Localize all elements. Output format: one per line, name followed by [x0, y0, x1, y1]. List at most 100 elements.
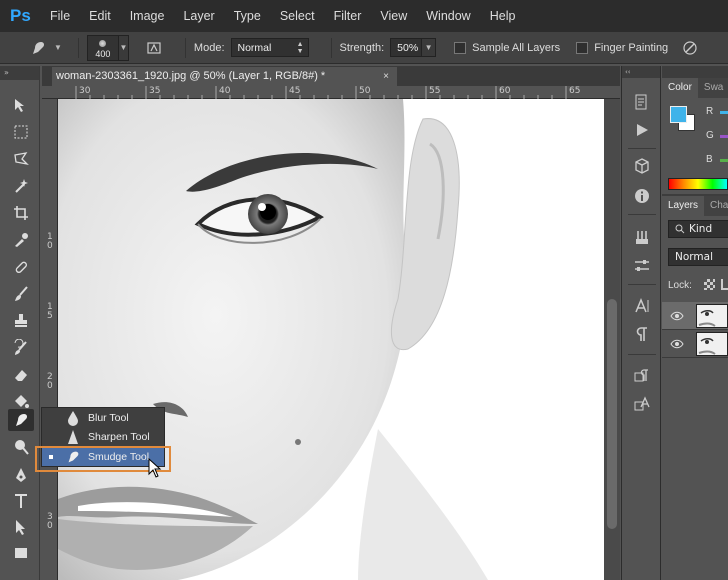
- paragraph-styles-button[interactable]: [630, 364, 654, 388]
- menu-view[interactable]: View: [380, 9, 407, 23]
- strength-input[interactable]: 50%: [390, 38, 423, 57]
- history-panel-button[interactable]: [630, 90, 654, 114]
- lasso-tool[interactable]: [8, 148, 34, 170]
- photoshop-logo[interactable]: Ps: [10, 5, 36, 27]
- eye-icon[interactable]: [670, 311, 684, 321]
- brush-panel-icon: [147, 41, 161, 54]
- info-panel-button[interactable]: [630, 184, 654, 208]
- pen-tool[interactable]: [8, 464, 34, 486]
- ruler-label: 15: [47, 302, 53, 321]
- brush-tool[interactable]: [8, 283, 34, 305]
- pressure-icon[interactable]: [682, 40, 698, 56]
- dock-collapse[interactable]: ‹‹: [622, 66, 660, 78]
- menu-layer[interactable]: Layer: [183, 9, 214, 23]
- divider: [330, 37, 332, 58]
- lock-label: Lock:: [668, 280, 692, 291]
- layers-panel-tabs: Layers Cha: [662, 196, 728, 216]
- ruler-label: 30: [79, 86, 91, 96]
- character-styles-button[interactable]: [630, 392, 654, 416]
- sample-all-layers-checkbox[interactable]: [454, 41, 467, 54]
- document-tab[interactable]: woman-2303361_1920.jpg @ 50% (Layer 1, R…: [52, 67, 397, 86]
- actions-panel-button[interactable]: [630, 118, 654, 142]
- menu-file[interactable]: File: [50, 9, 70, 23]
- character-panel-button[interactable]: [630, 294, 654, 318]
- tab-channels[interactable]: Cha: [704, 196, 728, 216]
- brush-panel-button[interactable]: [630, 226, 654, 250]
- flyout-sharpen-tool[interactable]: Sharpen Tool: [42, 427, 164, 446]
- brush-preset-picker[interactable]: 400: [86, 34, 119, 61]
- flyout-item-label: Sharpen Tool: [88, 430, 150, 443]
- layer-filter-kind[interactable]: Kind: [668, 220, 728, 238]
- brush-icon: [15, 286, 28, 301]
- brush-picker-toggle[interactable]: ▼: [118, 34, 129, 61]
- path-selection-tool[interactable]: [8, 516, 34, 538]
- flyout-blur-tool[interactable]: Blur Tool: [42, 408, 164, 427]
- ruler-label: 10: [47, 232, 53, 251]
- clone-stamp-tool[interactable]: [8, 310, 34, 332]
- mouse-cursor-icon: [148, 458, 162, 478]
- finger-painting-checkbox[interactable]: [576, 41, 589, 54]
- vertical-scrollbar[interactable]: [604, 99, 620, 580]
- document-canvas[interactable]: [58, 99, 604, 580]
- toolbox-collapse[interactable]: »: [0, 66, 39, 80]
- layer-thumbnail: [696, 304, 728, 328]
- tab-color[interactable]: Color: [662, 78, 698, 98]
- foreground-color-swatch[interactable]: [670, 106, 687, 123]
- ruler-ticks: [75, 86, 567, 99]
- info-icon: [635, 189, 649, 203]
- channel-r-slider[interactable]: [720, 111, 728, 114]
- marquee-tool[interactable]: [8, 121, 34, 143]
- paragraph-panel-button[interactable]: [630, 322, 654, 346]
- 3d-panel-button[interactable]: [630, 154, 654, 178]
- menu-select[interactable]: Select: [280, 9, 315, 23]
- dodge-tool[interactable]: [8, 436, 34, 458]
- layer-blend-mode[interactable]: Normal: [668, 248, 728, 266]
- ruler-label: 20: [47, 372, 53, 391]
- eye-icon[interactable]: [670, 339, 684, 349]
- rectangle-icon: [15, 548, 27, 558]
- menu-edit[interactable]: Edit: [89, 9, 111, 23]
- rectangle-tool[interactable]: [8, 542, 34, 564]
- close-icon[interactable]: ×: [383, 67, 389, 86]
- chevron-down-icon[interactable]: ▼: [54, 43, 62, 52]
- menu-image[interactable]: Image: [130, 9, 165, 23]
- smudge-finger-icon: [16, 414, 28, 426]
- tab-layers[interactable]: Layers: [662, 196, 705, 216]
- move-tool[interactable]: [8, 94, 34, 116]
- history-brush-tool[interactable]: [8, 337, 34, 359]
- divider: [628, 284, 656, 285]
- bandage-icon: [15, 261, 28, 274]
- tab-swatches[interactable]: Swa: [698, 78, 728, 98]
- tool-preset-picker[interactable]: [24, 37, 52, 59]
- crop-tool[interactable]: [8, 202, 34, 224]
- menu-filter[interactable]: Filter: [334, 9, 362, 23]
- document-tab-bar: woman-2303361_1920.jpg @ 50% (Layer 1, R…: [42, 66, 620, 86]
- brush-panel-button[interactable]: [143, 38, 165, 58]
- type-tool[interactable]: [8, 490, 34, 512]
- lock-pixels-icon[interactable]: [721, 279, 728, 290]
- search-icon: [675, 224, 685, 234]
- mode-select[interactable]: Normal ▲ ▼: [230, 38, 309, 57]
- lock-transparent-icon[interactable]: [704, 279, 715, 290]
- menu-help[interactable]: Help: [490, 9, 516, 23]
- color-spectrum[interactable]: [668, 178, 728, 190]
- adjustments-panel-button[interactable]: [630, 254, 654, 278]
- layer-row[interactable]: [662, 330, 728, 358]
- eraser-tool[interactable]: [8, 364, 34, 386]
- smudge-tool-active[interactable]: [8, 409, 34, 431]
- menu-window[interactable]: Window: [426, 9, 470, 23]
- channel-b-slider[interactable]: [720, 159, 728, 162]
- brushes-icon: [636, 231, 648, 244]
- layer-row[interactable]: [662, 302, 728, 330]
- divider: [77, 37, 79, 58]
- strength-slider-toggle[interactable]: ▼: [422, 38, 437, 57]
- menu-type[interactable]: Type: [234, 9, 261, 23]
- arrow-select-icon: [16, 520, 25, 535]
- magic-wand-tool[interactable]: [8, 175, 34, 197]
- channel-g-slider[interactable]: [720, 135, 728, 138]
- scrollbar-thumb[interactable]: [607, 299, 617, 529]
- ruler-label: 40: [219, 86, 231, 96]
- healing-brush-tool[interactable]: [8, 256, 34, 278]
- vertical-ruler: 10 15 20 25 30: [42, 99, 58, 580]
- eyedropper-tool[interactable]: [8, 229, 34, 251]
